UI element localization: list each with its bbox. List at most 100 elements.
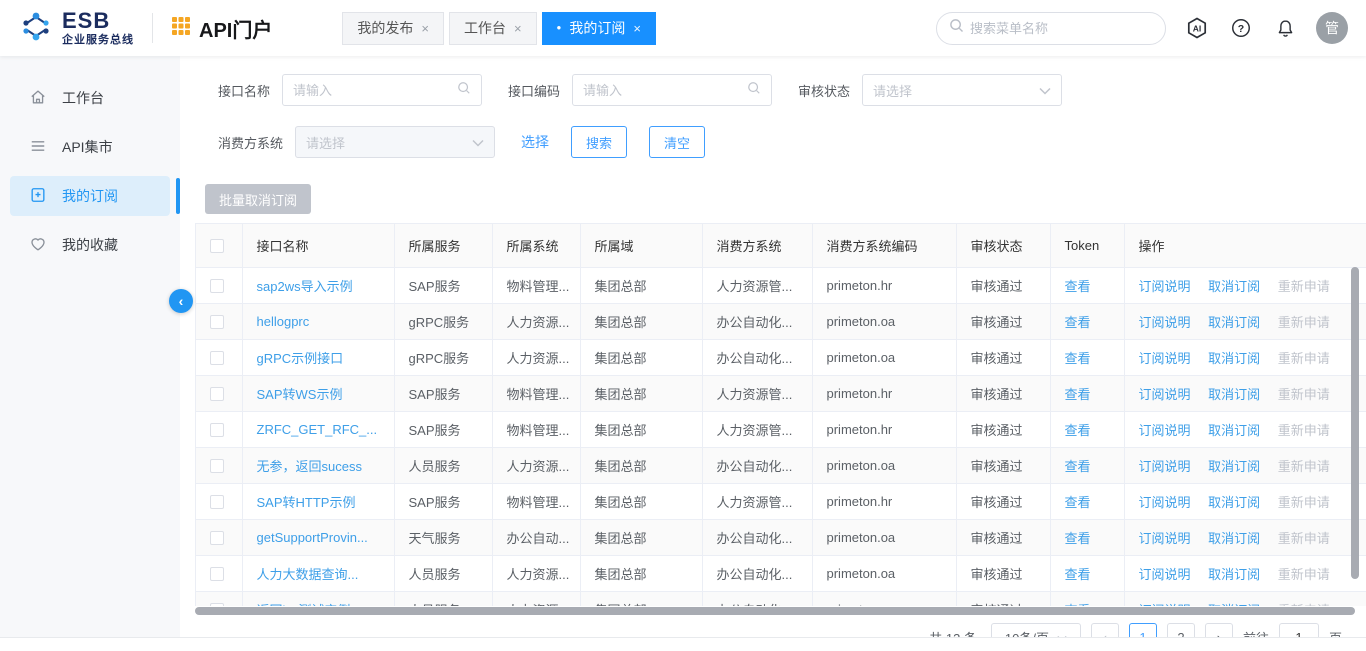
reapply-link[interactable]: 重新申请 [1278,531,1330,546]
tab-my-publish[interactable]: 我的发布 × [342,12,444,45]
interface-name-input[interactable] [293,83,451,98]
sidebar-item-my-subscriptions[interactable]: 我的订阅 [10,176,170,216]
subscription-note-link[interactable]: 订阅说明 [1139,531,1191,546]
col-token: Token [1050,224,1124,267]
subscription-note-link[interactable]: 订阅说明 [1139,351,1191,366]
unsubscribe-link[interactable]: 取消订阅 [1208,423,1260,438]
interface-name-link[interactable]: sap2ws导入示例 [257,279,353,294]
unsubscribe-link[interactable]: 取消订阅 [1208,531,1260,546]
consumer-system-choose-link[interactable]: 选择 [521,132,549,152]
reapply-link[interactable]: 重新申请 [1278,423,1330,438]
unsubscribe-link[interactable]: 取消订阅 [1208,603,1260,607]
reapply-link[interactable]: 重新申请 [1278,387,1330,402]
sidebar-item-workbench[interactable]: 工作台 [10,78,170,118]
subscription-note-link[interactable]: 订阅说明 [1139,495,1191,510]
row-checkbox[interactable] [210,423,224,437]
unsubscribe-link[interactable]: 取消订阅 [1208,567,1260,582]
consumer-code-cell: primeton.hr [812,375,956,411]
consumer-cell: 办公自动化... [702,303,812,339]
unsubscribe-link[interactable]: 取消订阅 [1208,351,1260,366]
interface-name-link[interactable]: SAP转HTTP示例 [257,495,356,510]
subscription-note-link[interactable]: 订阅说明 [1139,387,1191,402]
clear-button[interactable]: 清空 [649,126,705,158]
reapply-link[interactable]: 重新申请 [1278,351,1330,366]
search-input[interactable] [970,21,1153,36]
reapply-link[interactable]: 重新申请 [1278,567,1330,582]
ai-assistant-icon[interactable]: AI [1184,15,1210,41]
row-checkbox[interactable] [210,531,224,545]
interface-name-link[interactable]: getSupportProvin... [257,530,368,545]
subscription-note-link[interactable]: 订阅说明 [1139,567,1191,582]
reapply-link[interactable]: 重新申请 [1278,603,1330,607]
token-view-link[interactable]: 查看 [1065,603,1091,607]
interface-name-link[interactable]: hellogprc [257,314,310,329]
row-checkbox[interactable] [210,387,224,401]
row-checkbox[interactable] [210,459,224,473]
unsubscribe-link[interactable]: 取消订阅 [1208,495,1260,510]
row-checkbox[interactable] [210,315,224,329]
horizontal-scrollbar[interactable] [195,607,1355,615]
interface-code-input[interactable] [583,83,741,98]
header-actions: AI ? 管 [936,12,1348,45]
consumer-system-select[interactable]: 请选择 [295,126,495,158]
token-view-link[interactable]: 查看 [1065,387,1091,402]
interface-name-link[interactable]: ZRFC_GET_RFC_... [257,422,378,437]
svg-text:AI: AI [1193,24,1202,34]
token-view-link[interactable]: 查看 [1065,423,1091,438]
subscription-note-link[interactable]: 订阅说明 [1139,279,1191,294]
reapply-link[interactable]: 重新申请 [1278,495,1330,510]
row-checkbox[interactable] [210,567,224,581]
vertical-scrollbar[interactable] [1351,267,1359,579]
unsubscribe-link[interactable]: 取消订阅 [1208,387,1260,402]
close-icon[interactable]: × [421,21,429,36]
row-checkbox[interactable] [210,495,224,509]
token-view-link[interactable]: 查看 [1065,567,1091,582]
status-badge: 审核通过 [956,447,1050,483]
help-icon[interactable]: ? [1228,15,1254,41]
interface-name-link[interactable]: SAP转WS示例 [257,387,343,402]
select-all-checkbox[interactable] [210,239,224,253]
status-badge: 审核通过 [956,483,1050,519]
sidebar-item-api-market[interactable]: API集市 [10,127,170,167]
interface-name-link[interactable]: 人力大数据查询... [257,567,359,582]
reapply-link[interactable]: 重新申请 [1278,315,1330,330]
search-button[interactable]: 搜索 [571,126,627,158]
close-icon[interactable]: × [514,21,522,36]
audit-status-select[interactable]: 请选择 [862,74,1062,106]
consumer-code-cell: primeton.oa [812,303,956,339]
avatar[interactable]: 管 [1316,12,1348,44]
reapply-link[interactable]: 重新申请 [1278,279,1330,294]
token-view-link[interactable]: 查看 [1065,351,1091,366]
subscription-note-link[interactable]: 订阅说明 [1139,459,1191,474]
close-icon[interactable]: × [633,21,641,36]
row-checkbox[interactable] [210,603,224,606]
interface-name-link[interactable]: 返回jwt测试实例 [257,603,351,607]
sidebar-collapse-button[interactable]: ‹ [169,289,193,313]
table-row: hellogprc gRPC服务 人力资源... 集团总部 办公自动化... p… [196,303,1366,339]
token-view-link[interactable]: 查看 [1065,279,1091,294]
token-view-link[interactable]: 查看 [1065,531,1091,546]
token-view-link[interactable]: 查看 [1065,495,1091,510]
subscription-note-link[interactable]: 订阅说明 [1139,315,1191,330]
unsubscribe-link[interactable]: 取消订阅 [1208,279,1260,294]
row-checkbox[interactable] [210,351,224,365]
interface-name-link[interactable]: gRPC示例接口 [257,351,344,366]
bell-icon[interactable] [1272,15,1298,41]
tab-workbench[interactable]: 工作台 × [449,12,537,45]
row-checkbox[interactable] [210,279,224,293]
subscription-note-link[interactable]: 订阅说明 [1139,423,1191,438]
unsubscribe-link[interactable]: 取消订阅 [1208,459,1260,474]
consumer-code-cell: primeton.hr [812,267,956,303]
batch-unsubscribe-button[interactable]: 批量取消订阅 [205,184,311,214]
reapply-link[interactable]: 重新申请 [1278,459,1330,474]
tab-my-subscriptions[interactable]: ● 我的订阅 × [542,12,656,45]
service-cell: gRPC服务 [394,303,492,339]
subscription-note-link[interactable]: 订阅说明 [1139,603,1191,607]
menu-search[interactable] [936,12,1166,45]
sidebar-item-my-favorites[interactable]: 我的收藏 [10,225,170,265]
token-view-link[interactable]: 查看 [1065,315,1091,330]
subscriptions-table: 接口名称 所属服务 所属系统 所属域 消费方系统 消费方系统编码 审核状态 To… [195,223,1366,606]
unsubscribe-link[interactable]: 取消订阅 [1208,315,1260,330]
interface-name-link[interactable]: 无参，返回sucess [257,459,362,474]
token-view-link[interactable]: 查看 [1065,459,1091,474]
